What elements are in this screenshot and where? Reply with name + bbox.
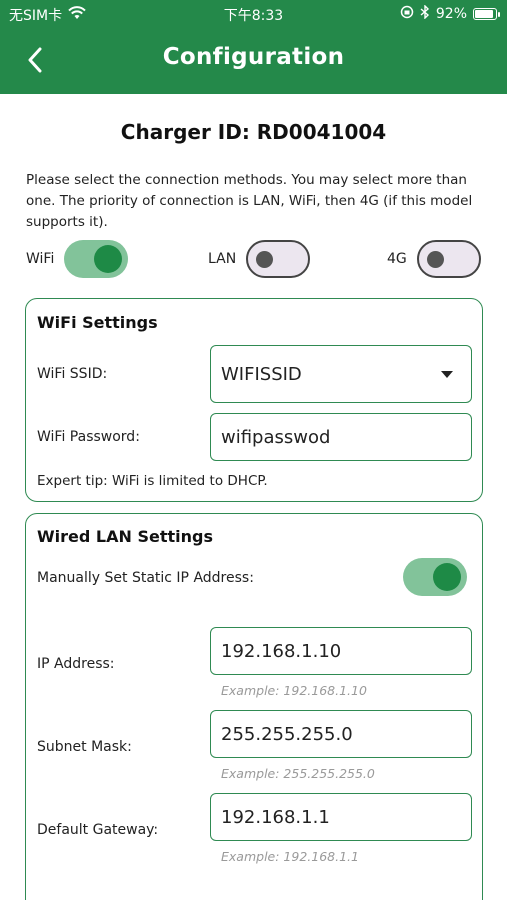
battery-percent: 92% bbox=[435, 6, 467, 22]
toggle-knob bbox=[433, 563, 461, 591]
ip-address-value: 192.168.1.10 bbox=[221, 640, 342, 662]
battery-fill bbox=[475, 10, 494, 18]
subnet-mask-field[interactable]: 255.255.255.0 bbox=[210, 710, 472, 758]
4g-toggle-label: 4G bbox=[387, 251, 407, 267]
wired-lan-settings-card: Wired LAN Settings Manually Set Static I… bbox=[25, 513, 483, 900]
4g-toggle-group: 4G bbox=[387, 240, 481, 278]
subnet-mask-value: 255.255.255.0 bbox=[221, 723, 353, 745]
charger-id-heading: Charger ID: RD0041004 bbox=[120, 120, 387, 144]
lan-toggle-group: LAN bbox=[208, 240, 311, 278]
ip-address-hint: Example: 192.168.1.10 bbox=[221, 683, 367, 698]
app-header: 无SIM卡 下午8:33 92% Configuration bbox=[0, 0, 507, 94]
wifi-toggle-label: WiFi bbox=[26, 251, 55, 267]
lan-settings-title: Wired LAN Settings bbox=[37, 527, 213, 546]
page-title: Configuration bbox=[162, 44, 345, 70]
wifi-password-field[interactable]: wifipasswod bbox=[210, 413, 472, 461]
toggle-knob bbox=[426, 251, 444, 268]
wifi-dhcp-tip: Expert tip: WiFi is limited to DHCP. bbox=[37, 473, 268, 489]
ip-address-label: IP Address: bbox=[37, 656, 115, 672]
4g-toggle[interactable] bbox=[416, 240, 481, 278]
wifi-password-value: wifipasswod bbox=[221, 426, 331, 448]
toggle-knob bbox=[256, 251, 274, 268]
static-ip-toggle[interactable] bbox=[403, 558, 467, 596]
battery-icon bbox=[473, 8, 500, 20]
connection-instructions: Please select the connection methods. Yo… bbox=[26, 172, 473, 230]
wifi-ssid-value: WIFISSID bbox=[221, 363, 302, 385]
default-gateway-field[interactable]: 192.168.1.1 bbox=[210, 793, 472, 841]
wifi-ssid-select[interactable]: WIFISSID bbox=[210, 345, 472, 403]
toggle-knob bbox=[94, 245, 123, 273]
lan-toggle-label: LAN bbox=[208, 251, 237, 267]
subnet-mask-hint: Example: 255.255.255.0 bbox=[221, 766, 375, 781]
default-gateway-value: 192.168.1.1 bbox=[221, 806, 330, 828]
status-bar: 无SIM卡 下午8:33 92% bbox=[0, 0, 507, 28]
wifi-password-label: WiFi Password: bbox=[37, 429, 140, 445]
lan-toggle[interactable] bbox=[246, 240, 311, 278]
status-right: 92% bbox=[400, 4, 500, 23]
wifi-ssid-label: WiFi SSID: bbox=[37, 366, 108, 382]
wifi-settings-card: WiFi Settings WiFi SSID: WIFISSID WiFi P… bbox=[25, 298, 483, 502]
wifi-settings-title: WiFi Settings bbox=[37, 313, 158, 332]
bluetooth-icon bbox=[420, 4, 430, 23]
default-gateway-hint: Example: 192.168.1.1 bbox=[221, 849, 359, 864]
wifi-toggle-group: WiFi bbox=[26, 240, 129, 278]
wifi-toggle[interactable] bbox=[64, 240, 129, 278]
connection-toggle-row: WiFi LAN 4G bbox=[0, 240, 507, 280]
dropdown-arrow-icon bbox=[441, 371, 453, 378]
ip-address-field[interactable]: 192.168.1.10 bbox=[210, 627, 472, 675]
orientation-lock-icon bbox=[400, 5, 414, 23]
static-ip-label: Manually Set Static IP Address: bbox=[37, 570, 254, 586]
subnet-mask-label: Subnet Mask: bbox=[37, 739, 132, 755]
default-gateway-label: Default Gateway: bbox=[37, 822, 159, 838]
